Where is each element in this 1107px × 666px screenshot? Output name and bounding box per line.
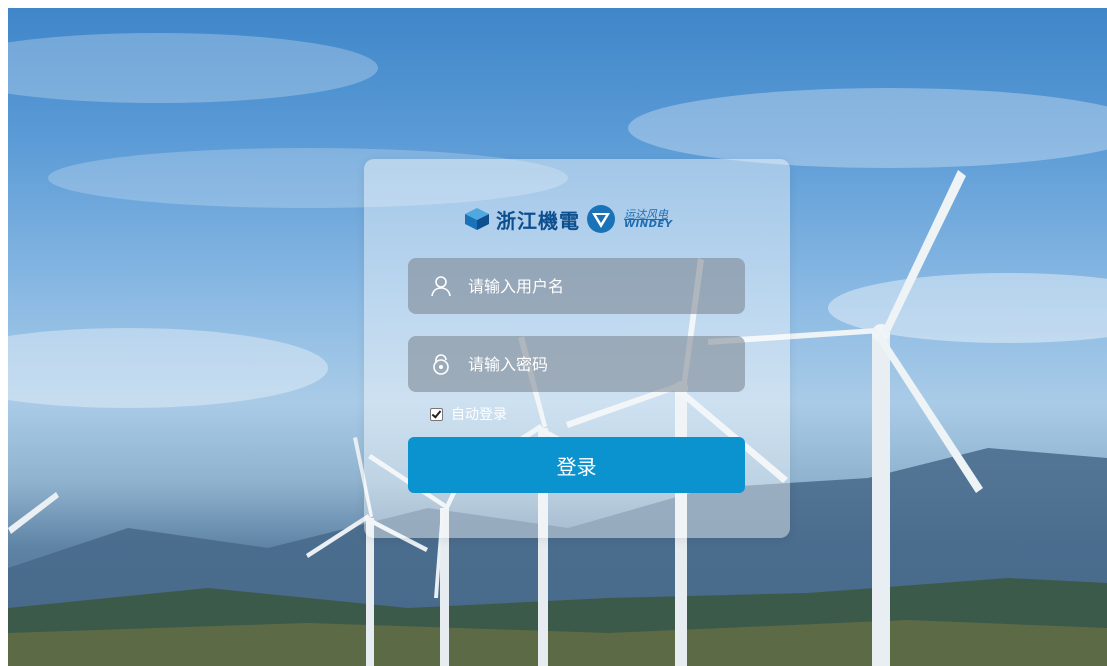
login-page: 浙江機電 运达风电 WINDEY 请输入用户名 自动登录 登录 [0, 0, 1107, 666]
company-name: 浙江機電 [496, 208, 580, 233]
lock-icon [428, 351, 454, 377]
windey-logo-icon [587, 205, 615, 233]
password-input[interactable] [468, 354, 718, 374]
username-field[interactable] [408, 258, 745, 314]
auto-login-option[interactable]: 自动登录 [430, 404, 507, 424]
cube-logo-icon [465, 208, 489, 230]
windey-name-cn: 运达风电 [624, 207, 668, 221]
username-input[interactable] [468, 276, 718, 296]
windey-brand: 运达风电 WINDEY [624, 209, 673, 230]
logo-row: 浙江機電 运达风电 WINDEY [464, 201, 673, 237]
windey-name-en: WINDEY [624, 218, 673, 230]
user-icon [428, 273, 454, 299]
password-field[interactable] [408, 336, 745, 392]
auto-login-label: 自动登录 [451, 407, 507, 423]
login-card: 浙江機電 运达风电 WINDEY 请输入用户名 自动登录 登录 [364, 159, 790, 538]
login-button[interactable]: 登录 [408, 437, 745, 493]
auto-login-checkbox[interactable] [430, 407, 443, 421]
